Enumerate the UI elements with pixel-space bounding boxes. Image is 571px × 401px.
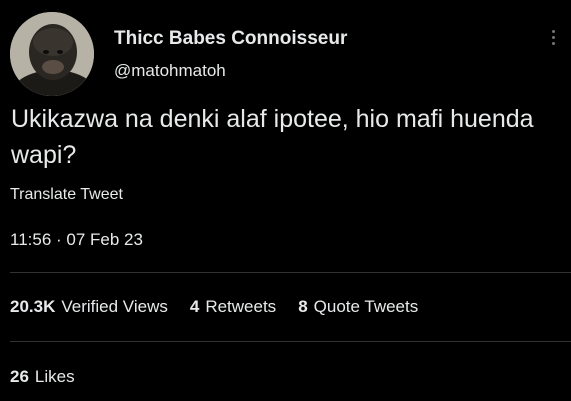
divider (10, 272, 571, 273)
translate-tweet-link[interactable]: Translate Tweet (10, 186, 123, 204)
views-count: 20.3K (10, 297, 56, 316)
avatar[interactable] (10, 12, 94, 96)
likes-stat[interactable]: 26 Likes (10, 367, 75, 387)
author-handle[interactable]: @matohmatoh (114, 61, 226, 81)
more-dot (551, 29, 555, 33)
quote-tweets-stat[interactable]: 8 Quote Tweets (298, 297, 418, 317)
avatar-image (10, 12, 94, 96)
retweets-stat[interactable]: 4 Retweets (190, 297, 276, 317)
quote-count: 8 (298, 297, 308, 316)
author-display-name[interactable]: Thicc Babes Connoisseur (114, 28, 347, 50)
divider (10, 341, 571, 342)
quote-label: Quote Tweets (313, 297, 419, 316)
engagement-stats: 20.3K Verified Views 4 Retweets 8 Quote Twe… (10, 297, 418, 317)
more-dot (551, 41, 555, 45)
more-vertical-icon[interactable] (540, 22, 566, 52)
likes-count: 26 (10, 367, 29, 386)
retweets-label: Retweets (205, 297, 277, 316)
likes-label: Likes (34, 367, 75, 386)
retweets-count: 4 (189, 297, 200, 316)
tweet-timestamp[interactable]: 11:56 · 07 Feb 23 (10, 230, 143, 250)
more-dot (551, 35, 555, 39)
views-label: Verified Views (61, 297, 168, 316)
views-stat[interactable]: 20.3K Verified Views (10, 297, 168, 317)
tweet-text: Ukikazwa na denki alaf ipotee, hio mafi … (11, 105, 534, 169)
